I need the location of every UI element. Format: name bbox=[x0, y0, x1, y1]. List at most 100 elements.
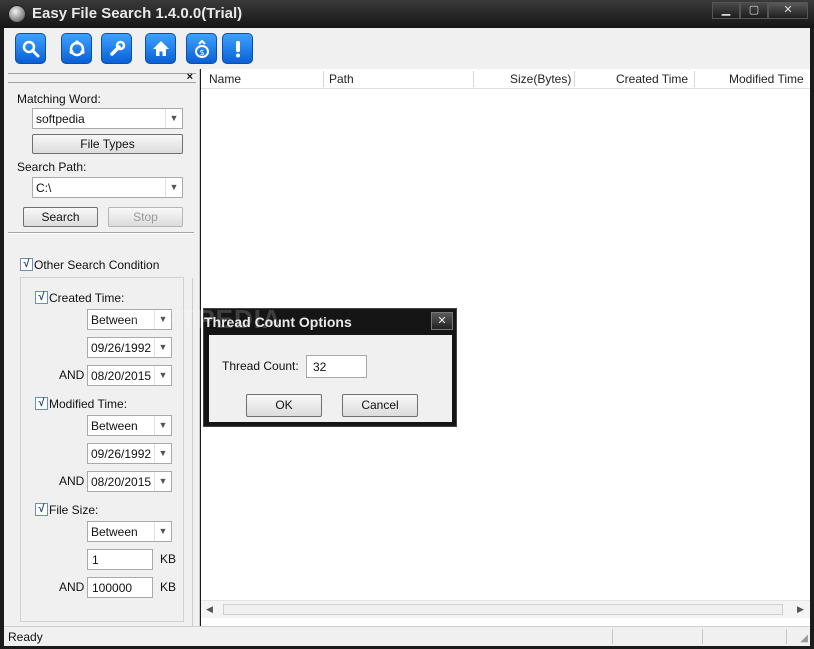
search-path-value: C:\ bbox=[36, 181, 52, 195]
file-size-max-unit: KB bbox=[160, 580, 177, 594]
file-size-max-value: 100000 bbox=[92, 581, 133, 595]
file-size-min-input[interactable]: 1 bbox=[87, 549, 153, 570]
other-condition-checkbox[interactable]: √ bbox=[20, 258, 33, 271]
search-panel: × Matching Word: softpedia ▼ File Types … bbox=[4, 69, 200, 626]
scrollbar-thumb[interactable] bbox=[223, 604, 783, 615]
search-path-label: Search Path: bbox=[17, 160, 87, 174]
home-icon bbox=[152, 40, 169, 56]
file-size-and-label: AND bbox=[59, 580, 85, 594]
status-divider bbox=[786, 629, 787, 644]
minimize-button[interactable]: ▁ bbox=[712, 2, 740, 19]
thread-count-input[interactable]: 32 bbox=[306, 355, 367, 378]
settings-button[interactable] bbox=[101, 33, 132, 64]
chevron-down-icon[interactable]: ▼ bbox=[154, 338, 171, 357]
column-divider[interactable] bbox=[323, 71, 324, 87]
modified-mode-select[interactable]: Between ▼ bbox=[87, 415, 172, 436]
search-path-combo[interactable]: C:\ ▼ bbox=[32, 177, 183, 198]
modified-and-label: AND bbox=[59, 474, 85, 488]
cancel-button[interactable]: Cancel bbox=[342, 394, 418, 417]
file-size-mode-select[interactable]: Between ▼ bbox=[87, 521, 172, 542]
status-bar: Ready ◢ bbox=[4, 626, 810, 646]
dialog-title-bar[interactable]: Thread Count Options SOFTPEDIA ✕ bbox=[124, 304, 456, 334]
modified-to-date[interactable]: 08/20/2015 ▼ bbox=[87, 471, 172, 492]
chevron-down-icon[interactable]: ▼ bbox=[154, 444, 171, 463]
horizontal-scrollbar[interactable]: ◀ ▶ bbox=[201, 600, 810, 618]
column-size[interactable]: Size(Bytes) bbox=[510, 72, 571, 86]
panel-close-button[interactable]: × bbox=[187, 71, 193, 83]
column-divider[interactable] bbox=[574, 71, 575, 87]
results-header: Name Path Size(Bytes) Created Time Modif… bbox=[201, 69, 810, 89]
column-divider[interactable] bbox=[473, 71, 474, 87]
created-from-date[interactable]: 09/26/1992 ▼ bbox=[87, 337, 172, 358]
app-icon bbox=[8, 5, 26, 23]
search-icon bbox=[22, 40, 39, 57]
matching-word-value: softpedia bbox=[36, 112, 85, 126]
scroll-right-arrow-icon[interactable]: ▶ bbox=[797, 604, 804, 615]
exclamation-icon bbox=[235, 40, 240, 57]
modified-to-value: 08/20/2015 bbox=[91, 475, 152, 489]
status-divider bbox=[612, 629, 613, 644]
close-button[interactable]: ✕ bbox=[768, 2, 808, 19]
modified-from-value: 09/26/1992 bbox=[91, 447, 152, 461]
created-time-checkbox[interactable]: √ bbox=[35, 291, 48, 304]
other-condition-label: Other Search Condition bbox=[34, 258, 160, 272]
status-text: Ready bbox=[8, 630, 43, 644]
maximize-button[interactable]: ▢ bbox=[740, 2, 768, 19]
created-to-value: 08/20/2015 bbox=[91, 369, 152, 383]
column-name[interactable]: Name bbox=[209, 72, 241, 86]
money-bag-icon: $ bbox=[194, 39, 209, 58]
column-divider[interactable] bbox=[694, 71, 695, 87]
created-to-date[interactable]: 08/20/2015 ▼ bbox=[87, 365, 172, 386]
file-size-min-value: 1 bbox=[92, 553, 99, 567]
chevron-down-icon[interactable]: ▼ bbox=[154, 366, 171, 385]
app-window: Easy File Search 1.4.0.0(Trial) ▁ ▢ ✕ $ … bbox=[0, 0, 814, 649]
softpedia-watermark: SOFTPEDIA bbox=[124, 304, 282, 334]
chevron-down-icon[interactable]: ▼ bbox=[165, 178, 182, 197]
ok-button[interactable]: OK bbox=[246, 394, 322, 417]
wrench-icon bbox=[109, 40, 125, 56]
matching-word-combo[interactable]: softpedia ▼ bbox=[32, 108, 183, 129]
dialog-close-button[interactable]: ✕ bbox=[431, 312, 453, 330]
toolbar: $ bbox=[4, 28, 810, 69]
created-from-value: 09/26/1992 bbox=[91, 341, 152, 355]
divider bbox=[8, 232, 194, 234]
home-button[interactable] bbox=[145, 33, 176, 64]
chevron-down-icon[interactable]: ▼ bbox=[165, 109, 182, 128]
refresh-button[interactable] bbox=[61, 33, 92, 64]
chevron-down-icon[interactable]: ▼ bbox=[154, 416, 171, 435]
file-size-mode-value: Between bbox=[91, 525, 138, 539]
thread-count-label: Thread Count: bbox=[222, 359, 299, 373]
column-path[interactable]: Path bbox=[329, 72, 354, 86]
stop-button[interactable]: Stop bbox=[108, 207, 183, 227]
modified-from-date[interactable]: 09/26/1992 ▼ bbox=[87, 443, 172, 464]
thread-count-value: 32 bbox=[313, 360, 327, 374]
column-modified-time[interactable]: Modified Time bbox=[729, 72, 804, 86]
modified-time-checkbox[interactable]: √ bbox=[35, 397, 48, 410]
refresh-icon bbox=[69, 40, 84, 56]
modified-time-label: Modified Time: bbox=[49, 397, 128, 411]
scroll-left-arrow-icon[interactable]: ◀ bbox=[206, 604, 213, 615]
panel-grip[interactable] bbox=[8, 73, 196, 83]
dialog-body: Thread Count: 32 OK Cancel bbox=[209, 335, 452, 422]
file-types-button[interactable]: File Types bbox=[32, 134, 183, 154]
purchase-button[interactable]: $ bbox=[186, 33, 217, 64]
created-time-label: Created Time: bbox=[49, 291, 125, 305]
window-title: Easy File Search 1.4.0.0(Trial) bbox=[32, 5, 243, 22]
file-size-max-input[interactable]: 100000 bbox=[87, 577, 153, 598]
created-and-label: AND bbox=[59, 368, 85, 382]
search-button[interactable] bbox=[15, 33, 46, 64]
svg-text:$: $ bbox=[199, 48, 204, 57]
file-size-label: File Size: bbox=[49, 503, 99, 517]
chevron-down-icon[interactable]: ▼ bbox=[154, 522, 171, 541]
thread-count-dialog: Thread Count Options SOFTPEDIA ✕ Thread … bbox=[124, 304, 457, 427]
window-controls: ▁ ▢ ✕ bbox=[712, 2, 808, 19]
resize-grip-icon[interactable]: ◢ bbox=[800, 633, 808, 644]
modified-mode-value: Between bbox=[91, 419, 138, 433]
chevron-down-icon[interactable]: ▼ bbox=[154, 472, 171, 491]
title-bar[interactable]: Easy File Search 1.4.0.0(Trial) ▁ ▢ ✕ bbox=[0, 0, 814, 28]
search-button[interactable]: Search bbox=[23, 207, 98, 227]
file-size-min-unit: KB bbox=[160, 552, 177, 566]
about-button[interactable] bbox=[222, 33, 253, 64]
column-created-time[interactable]: Created Time bbox=[616, 72, 688, 86]
file-size-checkbox[interactable]: √ bbox=[35, 503, 48, 516]
